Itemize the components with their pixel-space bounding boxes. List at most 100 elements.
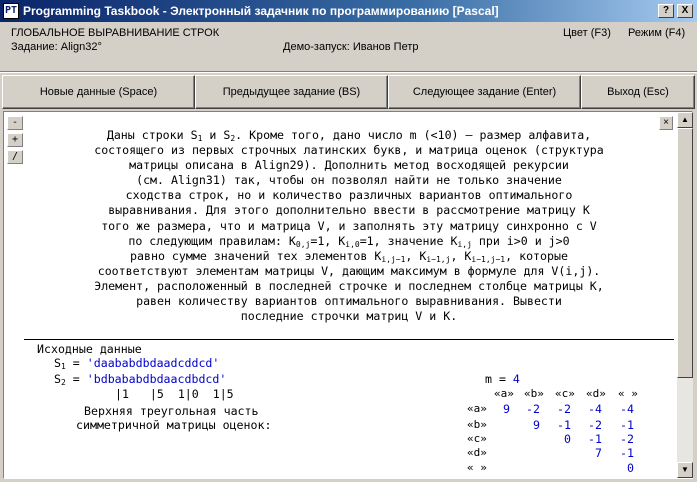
task-text: матрицы описана в Align29). Дополнить ме… [129,158,569,173]
task-subscript: i,0 [345,239,360,249]
task-line: выравнивания. Для этого дополнительно вв… [24,203,674,218]
matrix-caption-2: симметричной матрицы оценок: [76,418,272,432]
matrix-cell: 9 [503,402,510,416]
task-group-heading: ГЛОБАЛЬНОЕ ВЫРАВНИВАНИЕ СТРОК [11,27,220,39]
matrix-col-header: « » [618,387,638,400]
task-text: =1, значение K [359,233,458,248]
task-line: равно сумме значений тех элементов Ki,j−… [24,249,674,264]
matrix-row-header: «a» [467,402,487,415]
matrix-cell: -2 [620,432,634,446]
task-line: сходства строк, но и количество различны… [24,188,674,203]
task-text: , которые [505,248,568,263]
matrix-cell: -2 [588,418,602,432]
task-line: последние строчки матриц V и K. [24,309,674,324]
input-heading: Исходные данные [37,342,142,356]
task-line: матрицы описана в Align29). Дополнить ме… [24,158,674,173]
help-button[interactable]: ? [658,4,674,18]
matrix-row-header: «d» [467,446,487,459]
task-subscript: i−1,j [426,254,451,264]
close-window-button[interactable]: X [677,4,693,18]
task-line: состоящего из первых строчных латинских … [24,143,674,158]
task-line: Элемент, расположенный в последней строч… [24,279,674,294]
task-text: равен количеству вариантов оптимального … [136,294,562,309]
section-divider [24,339,674,340]
task-text: при i>0 и j>0 [471,233,570,248]
matrix-row-header: «c» [467,432,487,445]
task-text: , K [450,248,472,263]
task-description: Даны строки S1 и S2. Кроме того, дано чи… [24,128,674,324]
info-panel: ГЛОБАЛЬНОЕ ВЫРАВНИВАНИЕ СТРОК Задание: A… [0,22,697,71]
m-label: m = [485,372,513,386]
task-text: по следующим правилам: K [128,233,296,248]
task-panel: - + / × ▲ ▼ Даны строки S1 и S2. Кроме т… [3,111,693,479]
task-text: . Кроме того, дано число m (<10) — разме… [235,128,592,142]
task-line: соответствуют элементам матрицы V, дающи… [24,264,674,279]
task-text: Даны строки S [106,128,198,142]
task-text: состоящего из первых строчных латинских … [94,143,604,158]
matrix-cell: 0 [564,432,571,446]
scroll-down-icon[interactable]: ▼ [677,462,693,478]
s2-value: 'bdbababdbdaacdbdcd' [86,372,227,386]
task-line: того же размера, что и матрица V, и запо… [24,219,674,234]
task-text: последние строчки матриц V и K. [240,309,458,324]
task-text: =1, K [310,233,346,248]
task-text: (см. Align31) так, чтобы он позволял най… [136,173,562,188]
toolbar: Новые данные (Space) Предыдущее задание … [2,75,695,109]
task-subscript: i−1,j−1 [471,254,506,264]
task-text: Элемент, расположенный в последней строч… [94,278,604,293]
matrix-cell: -1 [620,418,634,432]
s2-eq: = [65,372,87,386]
new-data-button[interactable]: Новые данные (Space) [2,75,195,109]
matrix-cell: 9 [533,418,540,432]
matrix-cell: -2 [557,402,571,416]
s2-label: S [54,372,61,386]
next-task-button[interactable]: Следующее задание (Enter) [388,75,581,109]
matrix-col-header: «c» [555,387,575,400]
prev-task-button[interactable]: Предыдущее задание (BS) [195,75,388,109]
task-subscript: i,j−1 [381,254,406,264]
matrix-row-header: «b» [467,418,487,431]
position-ruler: |1 |5 1|0 1|5 [115,387,234,401]
matrix-cell: -4 [620,402,634,416]
scroll-up-icon[interactable]: ▲ [677,112,693,128]
app-icon: PT [3,3,19,19]
demo-run-label: Демо-запуск: Иванов Петр [283,41,419,53]
task-subscript: i,j [457,239,472,249]
task-line: Даны строки S1 и S2. Кроме того, дано чи… [24,128,674,143]
matrix-cell: 0 [627,461,634,475]
matrix-col-header: «a» [494,387,514,400]
task-text: сходства строк, но и количество различны… [125,188,573,203]
color-mode-button[interactable]: Цвет (F3) [563,27,611,39]
matrix-cell: 7 [595,446,602,460]
matrix-col-header: «b» [524,387,544,400]
task-line: (см. Align31) так, чтобы он позволял най… [24,173,674,188]
s1-value: 'daababdbdaadcddcd' [86,356,220,370]
task-text: , K [405,248,427,263]
matrix-cell: -2 [526,402,540,416]
m-line: m = 4 [485,372,520,386]
scroll-thumb[interactable] [677,128,693,378]
title-bar: PT Programming Taskbook - Электронный за… [0,0,697,22]
separator [0,71,697,73]
s1-line: S1 = 'daababdbdaadcddcd' [54,356,220,371]
matrix-col-header: «d» [586,387,606,400]
task-name: Задание: Align32° [11,41,102,53]
matrix-cell: -1 [557,418,571,432]
vertical-scrollbar[interactable]: ▲ ▼ [677,112,693,478]
matrix-row-header: « » [467,461,487,474]
m-value: 4 [512,372,520,386]
task-text: выравнивания. Для этого дополнительно вв… [108,203,590,218]
matrix-cell: -4 [588,402,602,416]
view-mode-button[interactable]: Режим (F4) [628,27,685,39]
task-text: равно сумме значений тех элементов K [130,248,382,263]
task-line: равен количеству вариантов оптимального … [24,294,674,309]
task-text: и S [202,128,231,142]
exit-button[interactable]: Выход (Esc) [581,75,695,109]
task-text: соответствуют элементам матрицы V, дающи… [97,263,601,278]
task-text: того же размера, что и матрица V, и запо… [101,218,597,233]
task-line: по следующим правилам: K0,j=1, Ki,0=1, з… [24,234,674,249]
font-increase-button[interactable]: + [7,133,23,147]
toggle-view-button[interactable]: / [7,150,23,164]
font-decrease-button[interactable]: - [7,116,23,130]
window-title: Programming Taskbook - Электронный задач… [23,4,499,18]
